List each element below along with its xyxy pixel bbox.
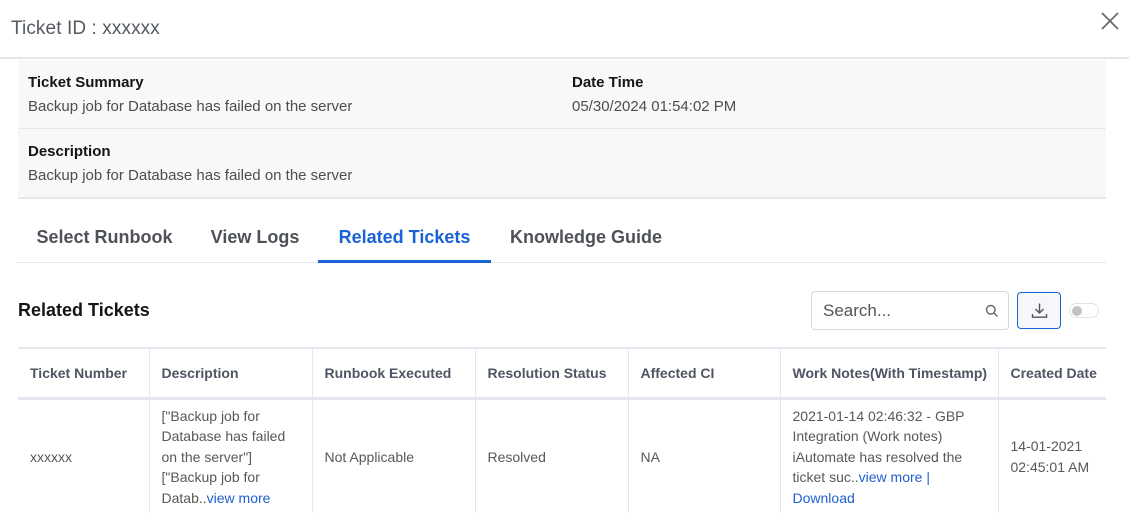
work-notes-download-link[interactable]: Download bbox=[793, 490, 855, 506]
cell-ticket-number: xxxxxx bbox=[30, 448, 72, 465]
download-button[interactable] bbox=[1017, 292, 1061, 329]
column-header-resolution-status[interactable]: Resolution Status bbox=[474, 347, 628, 400]
cell-created-date: 14-01-2021 02:45:01 AM bbox=[997, 398, 1106, 513]
download-icon bbox=[1031, 303, 1048, 318]
cell-description: ["Backup job for Database has failed on … bbox=[148, 398, 312, 513]
column-header-runbook-executed[interactable]: Runbook Executed bbox=[311, 347, 475, 400]
section-title: Related Tickets bbox=[18, 300, 150, 320]
description-label: Description bbox=[28, 143, 111, 160]
related-tickets-table: Ticket Number Description Runbook Execut… bbox=[18, 347, 1106, 513]
column-header-description[interactable]: Description bbox=[148, 347, 312, 400]
cell-affected-ci: NA bbox=[627, 398, 780, 513]
view-toggle[interactable] bbox=[1069, 303, 1099, 318]
cell-resolution-status: Resolved bbox=[474, 398, 628, 513]
date-time-value: 05/30/2024 01:54:02 PM bbox=[572, 98, 737, 115]
info-row-summary bbox=[18, 60, 1106, 129]
column-header-work-notes[interactable]: Work Notes(With Timestamp) bbox=[779, 347, 998, 400]
ticket-summary-value: Backup job for Database has failed on th… bbox=[28, 98, 353, 115]
search-input[interactable] bbox=[823, 300, 973, 322]
tab-bar: Select Runbook View Logs Related Tickets… bbox=[17, 218, 1106, 263]
description-value: Backup job for Database has failed on th… bbox=[28, 167, 353, 184]
search-box bbox=[811, 291, 1009, 330]
cell-work-notes: 2021-01-14 02:46:32 - GBP Integration (W… bbox=[779, 398, 998, 513]
ticket-info-panel: Ticket Summary Backup job for Database h… bbox=[18, 60, 1106, 199]
cell-runbook-executed: Not Applicable bbox=[311, 398, 475, 513]
column-header-created-date[interactable]: Created Date bbox=[997, 347, 1106, 400]
table-header-row: Ticket Number Description Runbook Execut… bbox=[18, 347, 1106, 400]
column-header-ticket-number[interactable]: Ticket Number bbox=[18, 347, 149, 400]
ticket-summary-label: Ticket Summary bbox=[28, 74, 144, 91]
link-separator: | bbox=[922, 469, 930, 485]
tab-related-tickets[interactable]: Related Tickets bbox=[318, 218, 491, 263]
tab-select-runbook[interactable]: Select Runbook bbox=[17, 218, 192, 263]
dialog-title: Ticket ID : xxxxxx bbox=[11, 18, 160, 39]
date-time-label: Date Time bbox=[572, 74, 644, 91]
description-view-more-link[interactable]: view more bbox=[207, 490, 271, 506]
tab-knowledge-guide[interactable]: Knowledge Guide bbox=[491, 218, 681, 263]
tab-view-logs[interactable]: View Logs bbox=[192, 218, 318, 263]
work-notes-view-more-link[interactable]: view more bbox=[859, 469, 923, 485]
table-row: xxxxxx ["Backup job for Database has fai… bbox=[18, 398, 1106, 513]
search-icon[interactable] bbox=[985, 304, 999, 318]
close-icon[interactable] bbox=[1100, 11, 1120, 31]
column-header-affected-ci[interactable]: Affected CI bbox=[627, 347, 780, 400]
toggle-knob bbox=[1072, 306, 1082, 316]
dialog-header: Ticket ID : xxxxxx bbox=[0, 0, 1129, 59]
